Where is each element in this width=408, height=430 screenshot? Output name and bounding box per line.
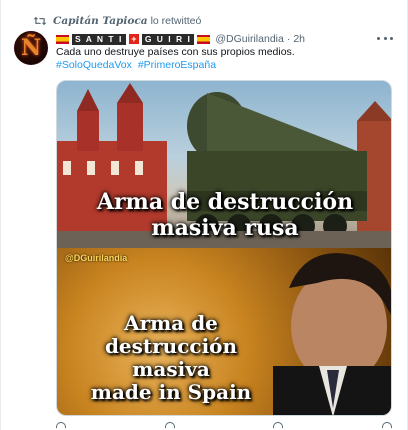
retweet-action-icon[interactable] [164,422,175,428]
display-name-part-2[interactable]: G U I R I [141,33,195,45]
avatar[interactable]: Ñ [14,31,48,65]
bottom-caption-line-3: masiva [132,357,210,381]
like-icon[interactable] [273,422,284,428]
top-caption-line-2: masiva rusa [151,215,299,241]
share-icon[interactable] [381,422,392,428]
image-watermark: @DGuirilandia [65,253,128,263]
retweet-icon [33,16,47,26]
meme-top-panel: Arma de destrucción masiva rusa [57,81,391,248]
tweet-text: Cada uno destruye países con sus propios… [56,46,295,58]
tweet-action-bar [56,422,392,430]
hashtag-link[interactable]: #SoloQuedaVox [56,59,132,71]
tweet-card[interactable]: Capitán Tapioca lo retwitteó Ñ S A N T I… [0,0,408,430]
avatar-letter: Ñ [20,35,42,61]
tweet-header: S A N T I + G U I R I @DGuirilandia · 2h [56,32,305,46]
display-name-part-1[interactable]: S A N T I [72,33,126,45]
swiss-flag-icon: + [128,34,139,44]
bottom-caption-line-4: made in Spain [90,380,252,404]
bottom-caption-line-2: destrucción [104,334,238,358]
spain-flag-icon [197,34,211,44]
more-options-icon[interactable] [377,32,393,44]
top-caption-line-1: Arma de destrucción [96,189,354,215]
meme-bottom-panel: Arma de destrucción masiva made in Spain [57,248,391,415]
retweet-context: Capitán Tapioca lo retwitteó [33,14,201,28]
hashtag-link[interactable]: #PrimeroEspaña [138,59,216,71]
tweet-hashtags: #SoloQuedaVox #PrimeroEspaña [56,59,219,72]
tweet-media-image[interactable]: Arma de destrucción masiva rusa Arma de … [56,80,392,416]
author-handle[interactable]: @DGuirilandia [215,33,283,45]
bottom-caption-line-1: Arma de [124,311,218,335]
tweet-time[interactable]: 2h [293,33,305,45]
separator-dot: · [286,33,291,45]
spain-flag-icon [56,34,69,44]
reply-icon[interactable] [56,422,66,428]
retweeter-name[interactable]: Capitán Tapioca [53,15,148,27]
retweet-suffix: lo retwitteó [150,15,202,27]
